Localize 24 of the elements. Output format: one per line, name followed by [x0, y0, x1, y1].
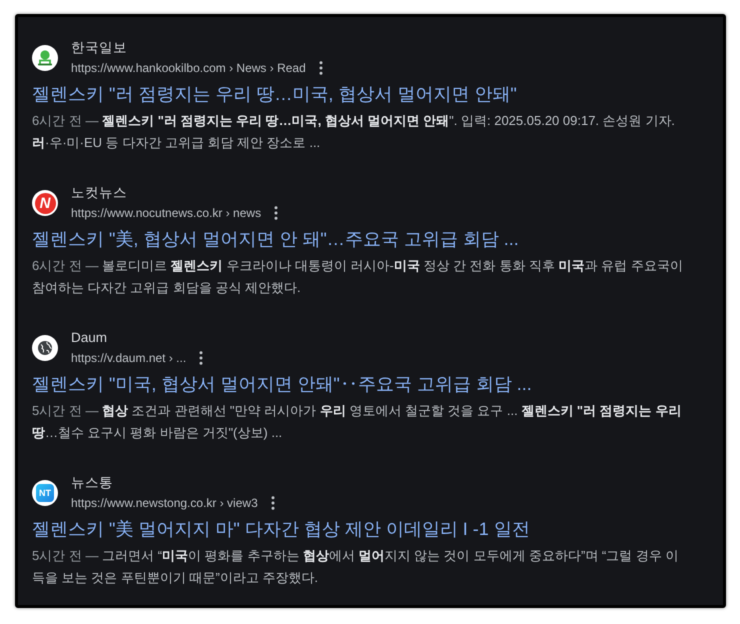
more-options-icon[interactable]	[318, 61, 323, 75]
site-logo: N	[32, 190, 58, 216]
site-url: https://v.daum.net › ...	[71, 350, 186, 367]
more-options-icon[interactable]	[274, 206, 278, 220]
site-url: https://www.nocutnews.co.kr › news	[71, 205, 262, 222]
site-name[interactable]: 뉴스통	[71, 473, 275, 493]
site-url: https://www.hankookilbo.com › News › Read	[71, 60, 306, 77]
result-title[interactable]: 젤렌스키 "美, 협상서 멀어지면 안 돼"…주요국 고위급 회담 ...	[32, 226, 703, 252]
result-title[interactable]: 젤렌스키 "미국, 협상서 멀어지면 안돼"‥주요국 고위급 회담 ...	[32, 371, 703, 397]
site-name[interactable]: 노컷뉴스	[71, 183, 278, 203]
site-url: https://www.newstong.co.kr › view3	[71, 495, 258, 512]
site-name[interactable]: 한국일보	[71, 38, 323, 58]
globe-icon	[32, 335, 58, 361]
result-snippet: 5시간 전 — 협상 조건과 관련해선 "만약 러시아가 우리 영토에서 철군할 것을 요구 ... 젤렌스키 "러 점령지는 우리 땅…철수 요구시 평화 바람은 거짓"(상보) ...	[32, 402, 682, 442]
result-snippet: 6시간 전 — 볼로디미르 젤렌스키 우크라이나 대통령이 러시아-미국 정상 간 전화 통화 직후 미국과 유럽 주요국이 참여하는 다자간 고위급 회담을 공식 제안했다.	[32, 257, 684, 297]
result-snippet: 5시간 전 — 그러면서 “미국이 평화를 추구하는 협상에서 멀어지지 않는 것이 모두에게 중요하다”며 “그럴 경우 이득을 보는 것은 푸틴뿐이기 때문”이라고 주장했다.	[32, 547, 680, 587]
site-name[interactable]: Daum	[71, 328, 204, 348]
result-title[interactable]: 젤렌스키 "美 멀어지지 마" 다자간 협상 제안 이데일리 I -1 일전	[32, 516, 703, 542]
result-title[interactable]: 젤렌스키 "러 점령지는 우리 땅…미국, 협상서 멀어지면 안돼"	[32, 81, 703, 107]
more-options-icon[interactable]	[199, 351, 204, 365]
result-snippet: 6시간 전 — 젤렌스키 "러 점령지는 우리 땅…미국, 협상서 멀어지면 안돼". 입력: 2025.05.20 09:17. 손성원 기자. 러·우·미·EU 등 다자간 고위급 회담 제안 장소로 ...	[32, 112, 676, 152]
site-logo: NT	[32, 480, 58, 506]
more-options-icon[interactable]	[270, 496, 275, 510]
logo-icon	[32, 45, 58, 71]
